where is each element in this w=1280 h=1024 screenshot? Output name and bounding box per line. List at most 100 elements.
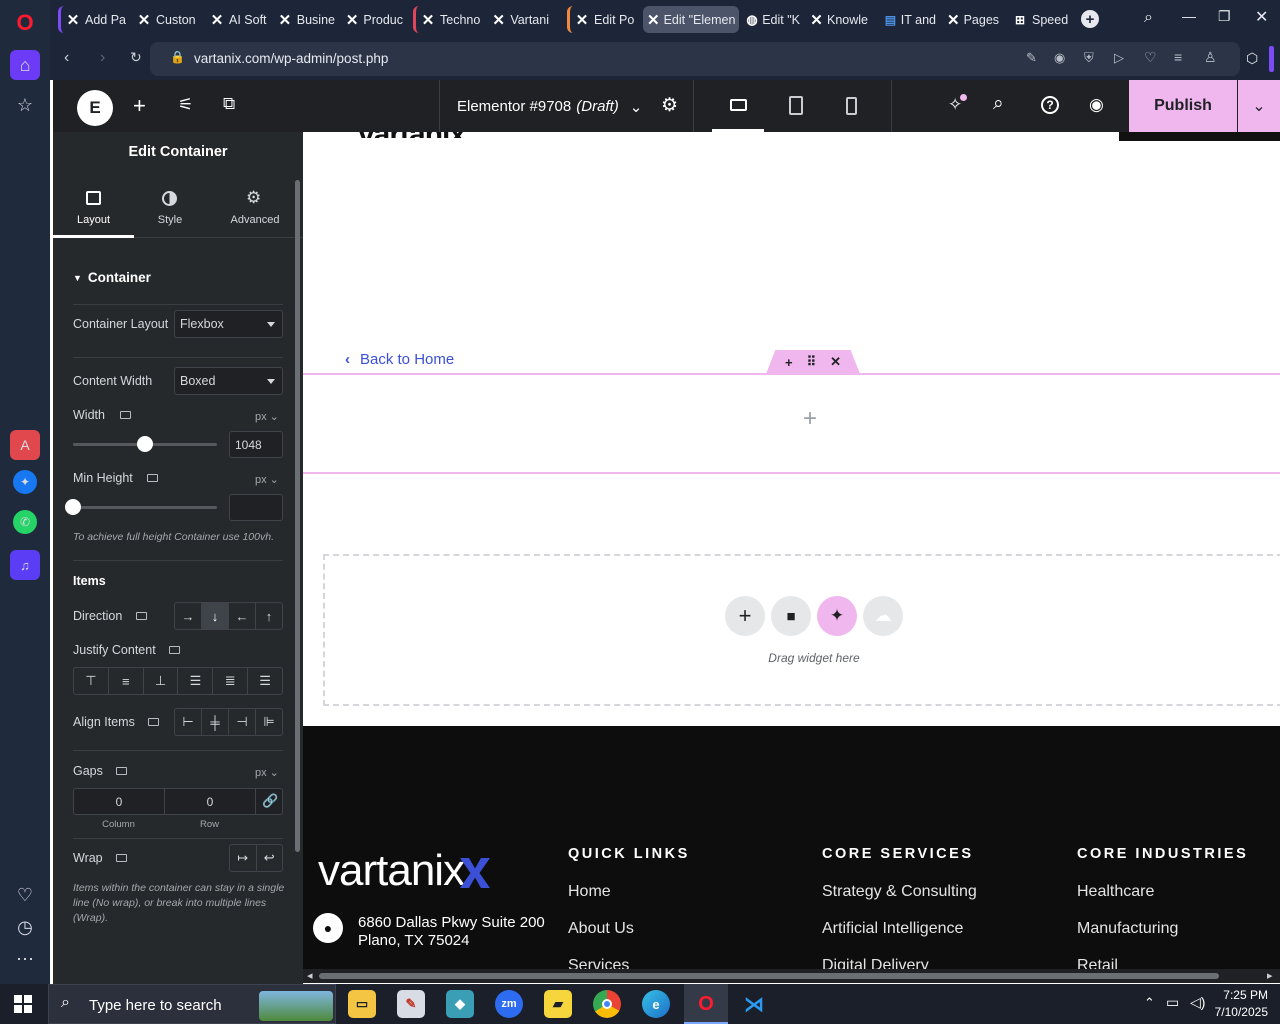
- canvas-horizontal-scrollbar[interactable]: ◂ ▸: [303, 969, 1280, 983]
- close-window-icon[interactable]: ✕: [1255, 7, 1268, 27]
- taskbar-search-box[interactable]: ⌕ Type here to search: [48, 984, 336, 1024]
- windows-start-icon[interactable]: [14, 995, 32, 1013]
- gap-row-input[interactable]: 0: [165, 789, 256, 814]
- align-end-icon[interactable]: ⊣: [229, 709, 256, 735]
- app-icon[interactable]: ◆: [446, 990, 474, 1018]
- url-field[interactable]: 🔒 vartanix.com/wp-admin/post.php ✎ ◉ ⛨ ▷…: [150, 42, 1240, 76]
- align-center-icon[interactable]: ╪: [202, 709, 229, 735]
- justify-space-evenly-icon[interactable]: ☰: [248, 668, 282, 694]
- gap-column-input[interactable]: 0: [74, 789, 165, 814]
- more-icon[interactable]: ⋯: [10, 944, 40, 974]
- section-container-toggle[interactable]: ▼ Container: [73, 270, 151, 285]
- elementor-logo-icon[interactable]: E: [77, 90, 113, 126]
- profile-icon[interactable]: ♙: [1204, 49, 1217, 66]
- reload-icon[interactable]: ↻: [130, 49, 142, 66]
- whatsapp-icon[interactable]: ✆: [13, 510, 37, 534]
- tab-layout[interactable]: Layout: [53, 182, 134, 238]
- min-height-input[interactable]: [229, 494, 283, 521]
- add-element-icon[interactable]: +: [133, 93, 146, 119]
- tablet-icon[interactable]: [789, 96, 803, 115]
- footer-link[interactable]: Retail: [1077, 957, 1118, 969]
- add-icon[interactable]: +: [785, 355, 793, 370]
- width-input[interactable]: 1048: [229, 431, 283, 458]
- justify-end-icon[interactable]: ⊥: [144, 668, 179, 694]
- tab[interactable]: ▤ IT and: [880, 6, 940, 33]
- edge-icon[interactable]: e: [642, 990, 670, 1018]
- drop-zone[interactable]: + ■ ✦ ☁ Drag widget here: [323, 554, 1280, 706]
- tab[interactable]: ✕ Vartani: [487, 6, 553, 33]
- footer-logo[interactable]: vartanix: [318, 848, 465, 894]
- desktop-icon[interactable]: [136, 612, 147, 620]
- footer-link[interactable]: Manufacturing: [1077, 920, 1178, 938]
- tab-advanced[interactable]: ⚙ Advanced: [217, 182, 293, 238]
- desktop-icon[interactable]: [120, 411, 131, 419]
- justify-center-icon[interactable]: ≡: [109, 668, 144, 694]
- tab-style[interactable]: Style: [134, 182, 206, 238]
- tab[interactable]: ✕ AI Soft: [205, 6, 271, 33]
- publish-button[interactable]: Publish: [1129, 80, 1237, 132]
- arrow-left-icon[interactable]: ←: [229, 603, 256, 629]
- arrow-right-icon[interactable]: →: [175, 603, 202, 629]
- opera-logo-icon[interactable]: O: [10, 8, 40, 38]
- scroll-thumb[interactable]: [319, 973, 1219, 979]
- messenger-icon[interactable]: ✦: [13, 470, 37, 494]
- back-icon[interactable]: ‹: [64, 49, 69, 67]
- mobile-icon[interactable]: [846, 97, 857, 115]
- zoom-icon[interactable]: zm: [495, 990, 523, 1018]
- add-element-plus-icon[interactable]: +: [803, 405, 817, 433]
- tray-chevron-up-icon[interactable]: ⌃: [1144, 995, 1155, 1011]
- min-height-slider[interactable]: [65, 499, 217, 515]
- no-wrap-icon[interactable]: ↦: [230, 845, 257, 871]
- back-to-home-link[interactable]: ‹ Back to Home: [345, 351, 454, 368]
- new-tab-icon[interactable]: +: [1081, 10, 1099, 28]
- tab-active[interactable]: ✕ Edit "Elemen: [643, 6, 739, 33]
- play-icon[interactable]: ▷: [1114, 50, 1124, 66]
- footer-link[interactable]: Artificial Intelligence: [822, 920, 963, 938]
- content-width-select[interactable]: Boxed: [174, 367, 283, 395]
- network-icon[interactable]: ▭: [1166, 994, 1179, 1011]
- forward-icon[interactable]: ›: [100, 49, 105, 67]
- align-stretch-icon[interactable]: ⊫: [256, 709, 282, 735]
- footer-link[interactable]: Digital Delivery: [822, 957, 929, 969]
- footer-link[interactable]: About Us: [568, 920, 634, 938]
- gaps-unit-select[interactable]: px ⌄: [255, 766, 279, 779]
- kit-cloud-icon[interactable]: ☁: [863, 596, 903, 636]
- drag-handle-icon[interactable]: ⠿: [807, 354, 817, 370]
- template-folder-icon[interactable]: ■: [771, 596, 811, 636]
- width-slider-thumb[interactable]: [137, 436, 153, 452]
- panel-scrollbar[interactable]: [295, 180, 300, 852]
- tab[interactable]: ✕ Produc: [341, 6, 407, 33]
- min-height-slider-thumb[interactable]: [65, 499, 81, 515]
- desktop-icon[interactable]: [116, 854, 127, 862]
- scroll-right-icon[interactable]: ▸: [1267, 969, 1273, 982]
- arrow-down-icon[interactable]: ↓: [202, 603, 229, 629]
- aria-icon[interactable]: A: [10, 430, 40, 460]
- desktop-icon[interactable]: [147, 474, 158, 482]
- shield-icon[interactable]: ⛨: [1084, 50, 1094, 66]
- close-icon[interactable]: ✕: [830, 354, 841, 370]
- heart-icon[interactable]: ♡: [10, 880, 40, 910]
- chrome-icon[interactable]: [593, 990, 621, 1018]
- extensions-icon[interactable]: ⬡: [1246, 50, 1258, 67]
- history-icon[interactable]: ◷: [10, 912, 40, 942]
- selected-container[interactable]: +: [303, 373, 1280, 474]
- tab[interactable]: ✕ Techno: [413, 6, 485, 33]
- tab[interactable]: ✕ Custon: [132, 6, 200, 33]
- width-slider[interactable]: [73, 436, 217, 452]
- wrap-icon[interactable]: ↩: [257, 845, 283, 871]
- width-unit-select[interactable]: px ⌄: [255, 410, 279, 423]
- tab[interactable]: ✕ Edit Po: [567, 6, 639, 33]
- min-height-unit-select[interactable]: px ⌄: [255, 473, 279, 486]
- search-icon[interactable]: ⌕: [993, 93, 1004, 115]
- desktop-icon[interactable]: [148, 718, 159, 726]
- tab[interactable]: ✕ Knowle: [806, 6, 872, 33]
- home-icon[interactable]: ⌂: [10, 50, 40, 80]
- music-icon[interactable]: ♫: [10, 550, 40, 580]
- footer-link[interactable]: Strategy & Consulting: [822, 883, 977, 901]
- file-explorer-icon[interactable]: ▭: [348, 990, 376, 1018]
- help-icon[interactable]: ?: [1041, 96, 1059, 114]
- footer-link[interactable]: Services: [568, 957, 629, 969]
- site-settings-icon[interactable]: ⚟: [178, 95, 193, 115]
- publish-options-chevron-icon[interactable]: ⌄: [1238, 80, 1280, 132]
- container-layout-select[interactable]: Flexbox: [174, 310, 283, 338]
